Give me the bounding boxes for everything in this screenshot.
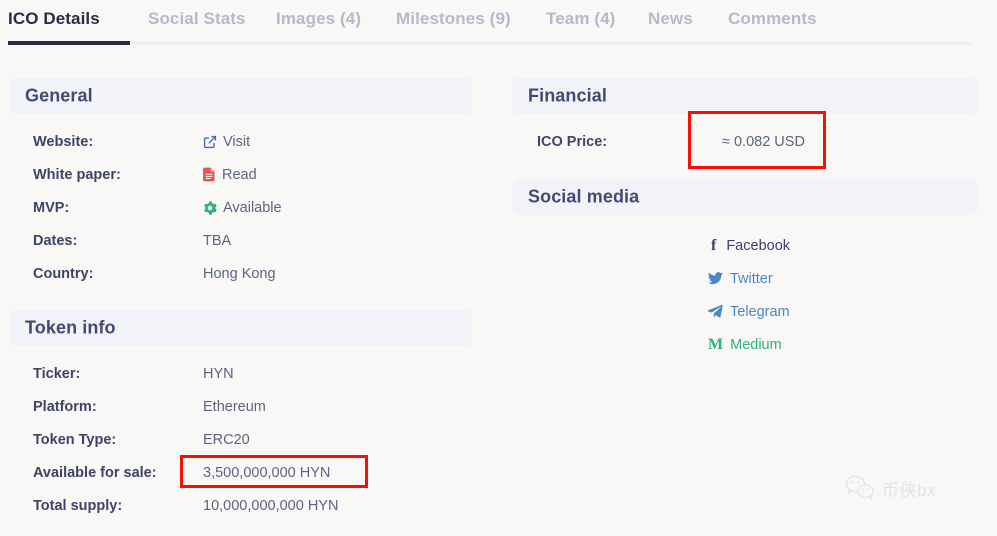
social-links-list: f Facebook Twitter Telegram M Medium [512,215,978,361]
tab-ico-details[interactable]: ICO Details [8,9,100,29]
file-document-icon [203,167,216,182]
tab-team[interactable]: Team (4) [546,9,615,29]
telegram-icon [708,305,723,318]
social-link-medium-label: Medium [730,336,782,353]
value-white-paper[interactable]: Read [203,167,257,183]
financial-section-title: Financial [528,85,607,106]
tab-social-stats[interactable]: Social Stats [148,9,246,29]
token-info-section-header: Token info [9,310,472,346]
value-dates: TBA [203,232,232,249]
tab-news[interactable]: News [648,9,693,29]
value-token-type: ERC20 [203,431,250,448]
social-media-panel: Social media f Facebook Twitter Telegram… [512,179,978,361]
value-mvp-text: Available [223,199,282,216]
label-platform: Platform: [33,398,97,415]
row-token-type: Token Type: ERC20 [9,423,472,456]
row-ticker: Ticker: HYN [9,357,472,390]
row-country: Country: Hong Kong [9,257,472,290]
social-media-section-title: Social media [528,186,640,207]
social-link-telegram[interactable]: Telegram [512,295,978,328]
row-total-supply: Total supply: 10,000,000,000 HYN [9,489,472,522]
social-link-twitter[interactable]: Twitter [512,262,978,295]
tab-images[interactable]: Images (4) [276,9,361,29]
gear-icon [203,200,217,215]
row-platform: Platform: Ethereum [9,390,472,423]
value-white-paper-text: Read [222,166,257,183]
label-white-paper: White paper: [33,166,121,183]
row-available-for-sale: Available for sale: 3,500,000,000 HYN [9,456,472,489]
tab-comments[interactable]: Comments [728,9,817,29]
row-ico-price: ICO Price: ≈ 0.082 USD [512,125,978,158]
watermark-text: 币侠bx [882,480,936,500]
facebook-icon: f [711,236,717,254]
label-token-type: Token Type: [33,431,117,448]
label-country: Country: [33,265,94,282]
value-mvp: Available [203,200,282,216]
row-dates: Dates: TBA [9,224,472,257]
token-info-rows: Ticker: HYN Platform: Ethereum Token Typ… [9,346,472,522]
label-available-for-sale: Available for sale: [33,464,157,481]
social-link-facebook[interactable]: f Facebook [512,229,978,262]
social-media-section-header: Social media [512,179,978,215]
value-website[interactable]: Visit [203,134,250,150]
general-section-title: General [25,85,93,106]
watermark: 币侠bx [845,475,936,501]
financial-panel: Financial ICO Price: ≈ 0.082 USD [512,78,978,158]
tab-divider [8,42,971,45]
wechat-icon [845,475,875,501]
social-link-telegram-label: Telegram [730,303,790,320]
tab-milestones[interactable]: Milestones (9) [396,9,511,29]
active-tab-indicator [8,41,130,45]
label-ticker: Ticker: [33,365,81,382]
row-website: Website: Visit [9,125,472,158]
label-mvp: MVP: [33,199,70,216]
row-mvp: MVP: Available [9,191,472,224]
external-link-icon [203,135,217,149]
label-dates: Dates: [33,232,78,249]
value-platform: Ethereum [203,398,266,415]
value-website-text: Visit [223,133,251,150]
general-rows: Website: Visit White paper: Read MVP: Av… [9,114,472,290]
value-ico-price: ≈ 0.082 USD [722,133,805,150]
tab-bar: ICO Details Social Stats Images (4) Mile… [0,0,997,45]
financial-section-header: Financial [512,78,978,114]
token-info-panel: Token info Ticker: HYN Platform: Ethereu… [9,310,472,522]
row-white-paper: White paper: Read [9,158,472,191]
twitter-icon [708,272,723,285]
label-ico-price: ICO Price: [537,133,608,150]
general-section-header: General [9,78,472,114]
general-panel: General Website: Visit White paper: Read… [9,78,472,290]
token-info-section-title: Token info [25,317,116,338]
label-total-supply: Total supply: [33,497,123,514]
label-website: Website: [33,133,94,150]
value-available-for-sale: 3,500,000,000 HYN [203,464,331,481]
social-link-twitter-label: Twitter [730,270,773,287]
financial-rows: ICO Price: ≈ 0.082 USD [512,114,978,158]
social-link-facebook-label: Facebook [726,237,791,254]
social-link-medium[interactable]: M Medium [512,328,978,361]
value-total-supply: 10,000,000,000 HYN [203,497,339,514]
value-country: Hong Kong [203,265,276,282]
value-ticker: HYN [203,365,234,382]
medium-icon: M [708,335,724,353]
